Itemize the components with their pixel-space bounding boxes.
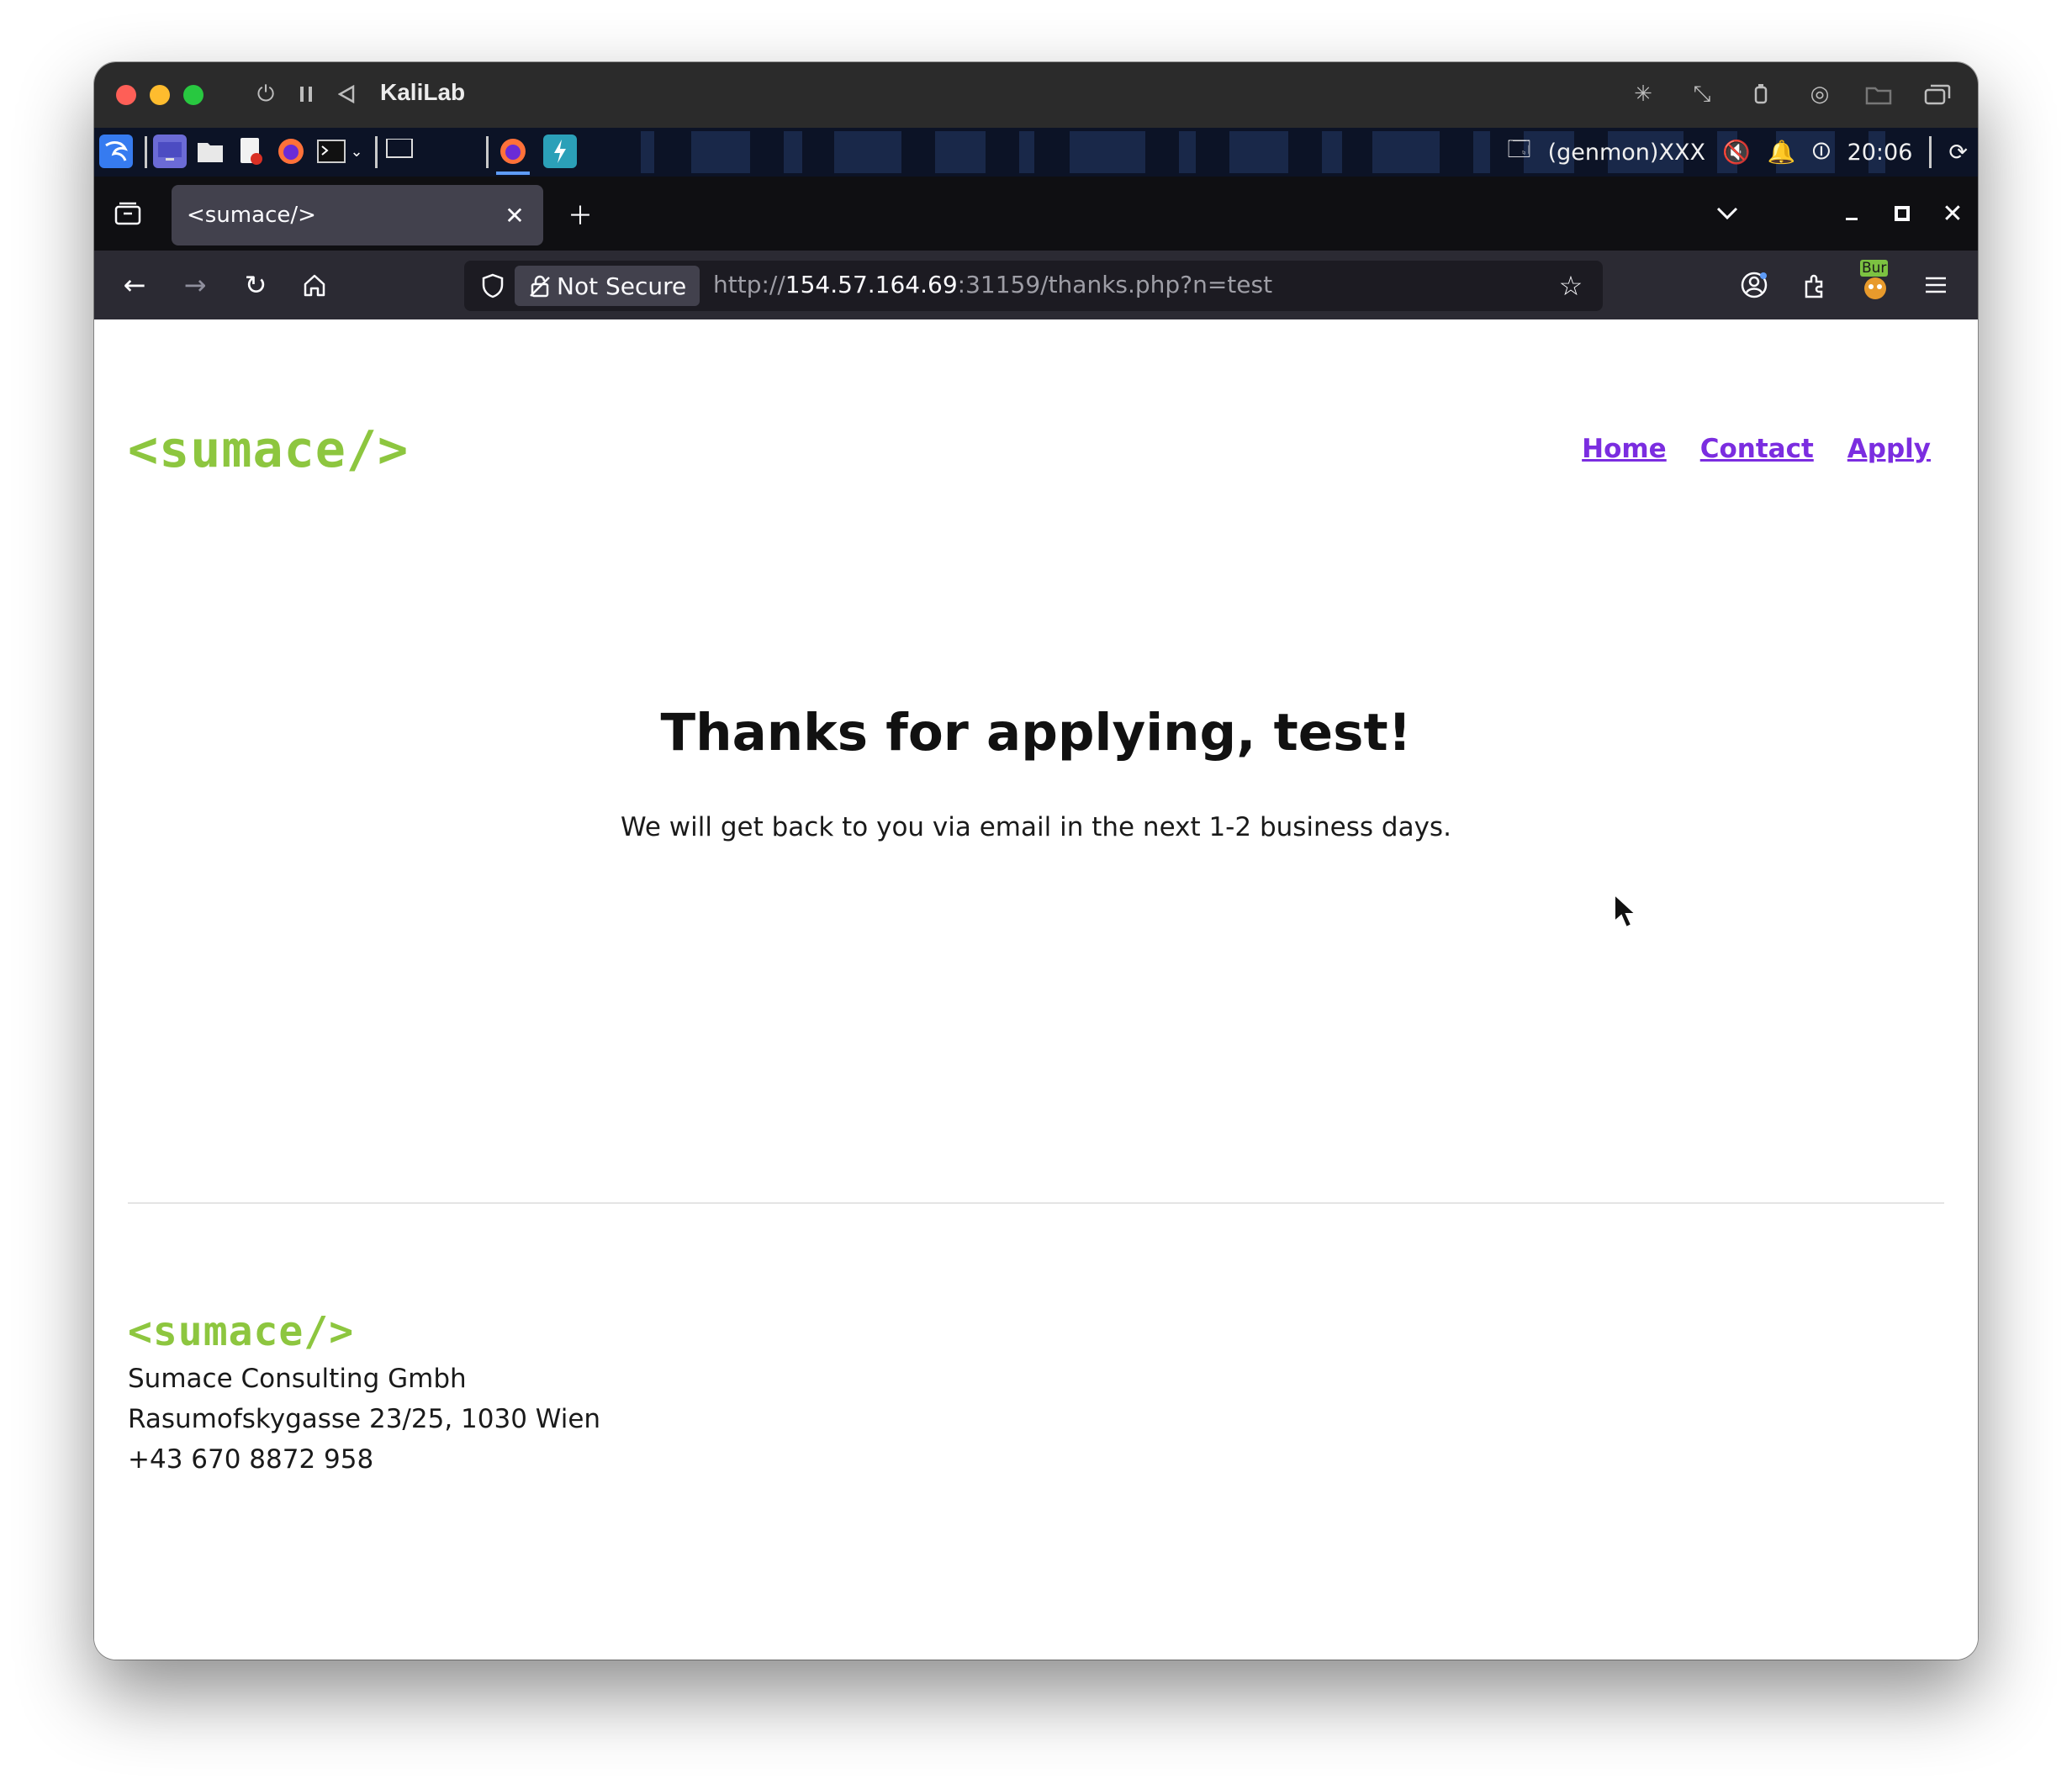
- text-editor-icon[interactable]: [234, 135, 267, 168]
- back-triangle-icon[interactable]: [330, 77, 363, 111]
- footer-phone: +43 670 8872 958: [128, 1444, 374, 1475]
- pause-icon[interactable]: [289, 77, 323, 111]
- maximize-icon[interactable]: [1882, 193, 1922, 234]
- vm-title-bar: ⏻ KaliLab ✳ ⤡ ◎: [94, 62, 1978, 128]
- network-icon[interactable]: ◎: [1803, 77, 1837, 111]
- vm-title: KaliLab: [380, 79, 466, 105]
- panel-tray: 🗔 (genmon)XXX 🔇 🔔 ⏼ 20:06 ⟳: [1507, 128, 1978, 177]
- tab-list-icon[interactable]: [108, 193, 148, 234]
- list-all-tabs-chevron-icon[interactable]: [1707, 193, 1747, 234]
- close-window-button[interactable]: [116, 85, 136, 105]
- clock[interactable]: 20:06: [1847, 140, 1913, 166]
- nav-link-apply[interactable]: Apply: [1847, 434, 1931, 464]
- url-path: :31159/thanks.php?n=test: [957, 271, 1273, 298]
- nav-link-contact[interactable]: Contact: [1700, 434, 1814, 464]
- zoom-window-button[interactable]: [183, 85, 204, 105]
- genmon-icon: 🗔: [1507, 137, 1531, 162]
- extensions-puzzle-icon[interactable]: [1794, 265, 1835, 305]
- power-manager-icon[interactable]: ⏼: [1812, 139, 1830, 166]
- workspace-switcher-icon[interactable]: [383, 135, 417, 168]
- tab-title: <sumace/>: [187, 203, 316, 228]
- tracking-protection-shield-icon[interactable]: [476, 269, 510, 303]
- browser-tab-bar: <sumace/> ✕ ＋ ✕: [94, 177, 1978, 251]
- browser-nav-toolbar: ← → ↻ Not Secure http://154.57.164.69:31…: [94, 251, 1978, 319]
- burp-suite-icon[interactable]: [543, 135, 577, 168]
- close-icon[interactable]: ✕: [1932, 193, 1973, 234]
- terminal-icon[interactable]: [314, 135, 348, 168]
- panel-separator: [1929, 136, 1932, 168]
- new-tab-icon[interactable]: ＋: [560, 193, 600, 234]
- windows-icon[interactable]: [1921, 77, 1954, 111]
- firefox-taskbar-icon[interactable]: [496, 135, 530, 168]
- loading-spinner-icon: ✳: [1634, 82, 1652, 107]
- notification-bell-icon[interactable]: 🔔: [1768, 139, 1796, 166]
- site-logo[interactable]: <sumace/>: [128, 420, 409, 479]
- refresh-icon[interactable]: ⟳: [1948, 140, 1968, 166]
- home-icon[interactable]: [294, 265, 335, 305]
- back-icon[interactable]: ←: [114, 265, 155, 305]
- url-host: 154.57.164.69: [785, 271, 958, 298]
- tab-sumace[interactable]: <sumace/> ✕: [172, 185, 543, 245]
- reload-icon[interactable]: ↻: [235, 265, 276, 305]
- desktop-icon[interactable]: [153, 135, 187, 168]
- power-icon[interactable]: ⏻: [249, 77, 283, 111]
- footer-address: Rasumofskygasse 23/25, 1030 Wien: [128, 1404, 601, 1434]
- url-bar[interactable]: Not Secure http://154.57.164.69:31159/th…: [464, 261, 1603, 311]
- hamburger-menu-icon[interactable]: [1916, 265, 1956, 305]
- active-task-indicator: [496, 172, 530, 175]
- genmon-label: (genmon)XXX: [1547, 139, 1705, 166]
- footer-contact: Sumace Consulting Gmbh Rasumofskygasse 2…: [128, 1359, 600, 1480]
- kali-menu-icon[interactable]: [99, 135, 133, 168]
- nav-link-home[interactable]: Home: [1582, 434, 1667, 464]
- footer-divider: [128, 1202, 1944, 1204]
- url-scheme: http://: [713, 271, 785, 298]
- usb-icon[interactable]: [1744, 77, 1778, 111]
- bookmark-star-icon[interactable]: ☆: [1554, 269, 1588, 303]
- close-tab-icon[interactable]: ✕: [498, 198, 531, 232]
- url-text[interactable]: http://154.57.164.69:31159/thanks.php?n=…: [713, 271, 1272, 298]
- file-manager-icon[interactable]: [193, 135, 227, 168]
- forward-icon[interactable]: →: [175, 265, 215, 305]
- desktop-panel: ⌄ 🗔 (genmon)XXX 🔇 🔔 ⏼ 20:06 ⟳: [94, 128, 1978, 177]
- confirmation-message: We will get back to you via email in the…: [621, 812, 1451, 842]
- footer-logo: <sumace/>: [128, 1308, 355, 1355]
- chevron-down-icon[interactable]: ⌄: [346, 135, 367, 168]
- firefox-launcher-icon[interactable]: [274, 135, 308, 168]
- mouse-cursor-icon: [1614, 893, 1638, 929]
- page-heading: Thanks for applying, test!: [660, 703, 1412, 763]
- footer-company: Sumace Consulting Gmbh: [128, 1364, 467, 1394]
- resize-arrows-icon[interactable]: ⤡: [1685, 77, 1719, 111]
- web-page: <sumace/> Home Contact Apply Thanks for …: [94, 319, 1978, 1660]
- minimize-window-button[interactable]: [150, 85, 170, 105]
- not-secure-label: Not Secure: [557, 272, 687, 300]
- minimize-icon[interactable]: [1832, 193, 1872, 234]
- site-nav: Home Contact Apply: [1582, 434, 1931, 464]
- shared-folder-icon[interactable]: [1862, 77, 1895, 111]
- mute-icon[interactable]: 🔇: [1722, 139, 1751, 166]
- vm-window: ⏻ KaliLab ✳ ⤡ ◎ ⌄ 🗔 (genmon)XXX 🔇 🔔 ⏼ 20…: [94, 62, 1978, 1660]
- site-security-button[interactable]: Not Secure: [515, 266, 700, 306]
- account-icon[interactable]: [1734, 265, 1774, 305]
- burp-badge: Bur: [1860, 260, 1889, 277]
- insecure-lock-icon: [530, 275, 550, 298]
- burp-extension-icon[interactable]: Bur: [1855, 260, 1895, 305]
